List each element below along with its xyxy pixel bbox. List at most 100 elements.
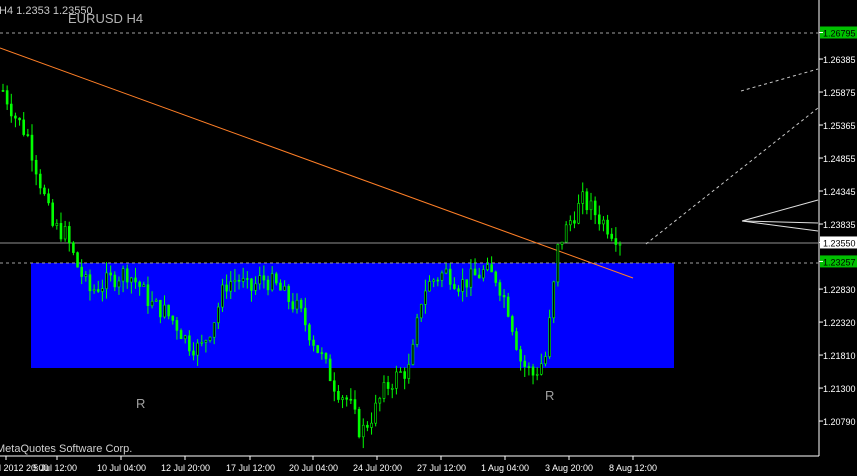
candle-body bbox=[233, 279, 237, 282]
candle-body bbox=[614, 238, 618, 245]
candle-body bbox=[610, 233, 614, 239]
candle-body bbox=[544, 356, 547, 365]
candle-body bbox=[287, 285, 291, 302]
candle-body bbox=[328, 358, 332, 382]
price-tick-label: 1.20790 bbox=[823, 417, 856, 427]
price-tick-label: 1.23835 bbox=[823, 220, 856, 230]
time-tick-label: 20 Jul 04:00 bbox=[289, 463, 338, 473]
candle-body bbox=[159, 299, 162, 318]
candle-body bbox=[535, 373, 539, 376]
candle-body bbox=[511, 316, 514, 332]
candle-body bbox=[117, 280, 121, 288]
candle-body bbox=[482, 269, 485, 279]
time-tick-label: 27 Jul 12:00 bbox=[417, 463, 466, 473]
candle-body bbox=[179, 330, 183, 340]
candle-body bbox=[250, 278, 253, 291]
plot-area bbox=[0, 0, 819, 456]
time-tick-label: 24 Jul 20:00 bbox=[353, 463, 402, 473]
candle-body bbox=[188, 335, 191, 352]
candle-body bbox=[55, 223, 59, 226]
price-axis: 1.26795 1.26385 1.25875 1.25365 1.24855 1.243… bbox=[819, 26, 857, 427]
candle-body bbox=[138, 281, 141, 287]
candle-body bbox=[618, 243, 622, 246]
price-tick-label: 1.24855 bbox=[823, 154, 856, 164]
candle-body bbox=[200, 341, 204, 344]
candle-body bbox=[527, 366, 531, 368]
candle-body bbox=[320, 352, 324, 354]
time-axis: 3 Jul 2012 20:005 Jul 12:0010 Jul 04:001… bbox=[0, 456, 657, 473]
candle-body bbox=[130, 277, 133, 283]
candle-body bbox=[275, 273, 278, 284]
candle-body bbox=[204, 340, 208, 343]
candle-body bbox=[531, 366, 535, 376]
candle-body bbox=[237, 279, 241, 282]
candle-body bbox=[212, 322, 216, 338]
candle-body bbox=[585, 191, 589, 211]
candle-body bbox=[22, 119, 26, 135]
candle-body bbox=[59, 223, 63, 240]
candle-body bbox=[217, 306, 220, 324]
candle-body bbox=[395, 371, 398, 389]
candle-body bbox=[208, 336, 212, 341]
candle-body bbox=[448, 268, 452, 285]
time-tick-label: 10 Jul 04:00 bbox=[97, 463, 146, 473]
candle-body bbox=[225, 284, 228, 292]
candle-body bbox=[519, 349, 522, 362]
candle-body bbox=[109, 272, 112, 276]
candle-body bbox=[72, 242, 75, 253]
candle-body bbox=[241, 278, 245, 282]
price-tick-label: 1.22320 bbox=[823, 318, 856, 328]
candle-body bbox=[279, 282, 282, 291]
candle-body bbox=[125, 268, 129, 283]
candle-body bbox=[486, 264, 489, 270]
price-tick-label: 1.22830 bbox=[823, 285, 856, 295]
time-tick-label: 12 Jul 20:00 bbox=[161, 463, 210, 473]
candle-body bbox=[229, 281, 233, 292]
time-tick-label: 8 Aug 12:00 bbox=[609, 463, 657, 473]
candle-body bbox=[473, 268, 477, 276]
candle-body bbox=[498, 282, 502, 296]
candle-body bbox=[254, 283, 257, 291]
candle-body bbox=[577, 203, 580, 224]
candle-body bbox=[51, 202, 54, 226]
candle-body bbox=[353, 399, 357, 410]
candle-body bbox=[345, 397, 348, 400]
candle-body bbox=[113, 274, 117, 288]
candle-body bbox=[453, 284, 456, 289]
candle-body bbox=[494, 271, 498, 283]
candle-body bbox=[18, 117, 21, 121]
price-chart: 1.26795 1.26385 1.25875 1.25365 1.24855 1.243… bbox=[0, 0, 857, 473]
candle-body bbox=[552, 281, 556, 319]
candle-body bbox=[357, 408, 361, 438]
candle-body bbox=[502, 295, 506, 298]
price-tick-label: 1.24345 bbox=[823, 187, 856, 197]
candle-body bbox=[283, 285, 286, 291]
candle-body bbox=[581, 191, 585, 204]
candle-body bbox=[142, 284, 146, 287]
candle-body bbox=[30, 134, 34, 161]
price-tick-label: 1.25875 bbox=[823, 88, 856, 98]
candle-body bbox=[63, 226, 67, 240]
candle-body bbox=[457, 288, 460, 292]
candle-body bbox=[573, 220, 576, 224]
candle-body bbox=[415, 317, 419, 345]
candle-body bbox=[150, 301, 154, 306]
chart-symbol-title: EURUSD H4 bbox=[68, 11, 144, 26]
candle-body bbox=[38, 173, 42, 189]
candle-body bbox=[246, 278, 249, 280]
candle-body bbox=[399, 371, 402, 373]
time-tick-label: 1 Aug 04:00 bbox=[481, 463, 529, 473]
candle-body bbox=[92, 289, 96, 292]
candle-body bbox=[593, 200, 597, 216]
candle-body bbox=[196, 342, 199, 356]
candle-body bbox=[390, 388, 394, 390]
candle-body bbox=[597, 214, 601, 225]
candle-body bbox=[167, 304, 170, 317]
candle-body bbox=[419, 304, 423, 319]
candle-body bbox=[602, 219, 605, 225]
candle-body bbox=[540, 363, 543, 375]
r-label-left: R bbox=[136, 396, 146, 411]
candle-body bbox=[556, 244, 560, 283]
candle-body bbox=[515, 331, 518, 350]
candle-body bbox=[506, 296, 510, 317]
